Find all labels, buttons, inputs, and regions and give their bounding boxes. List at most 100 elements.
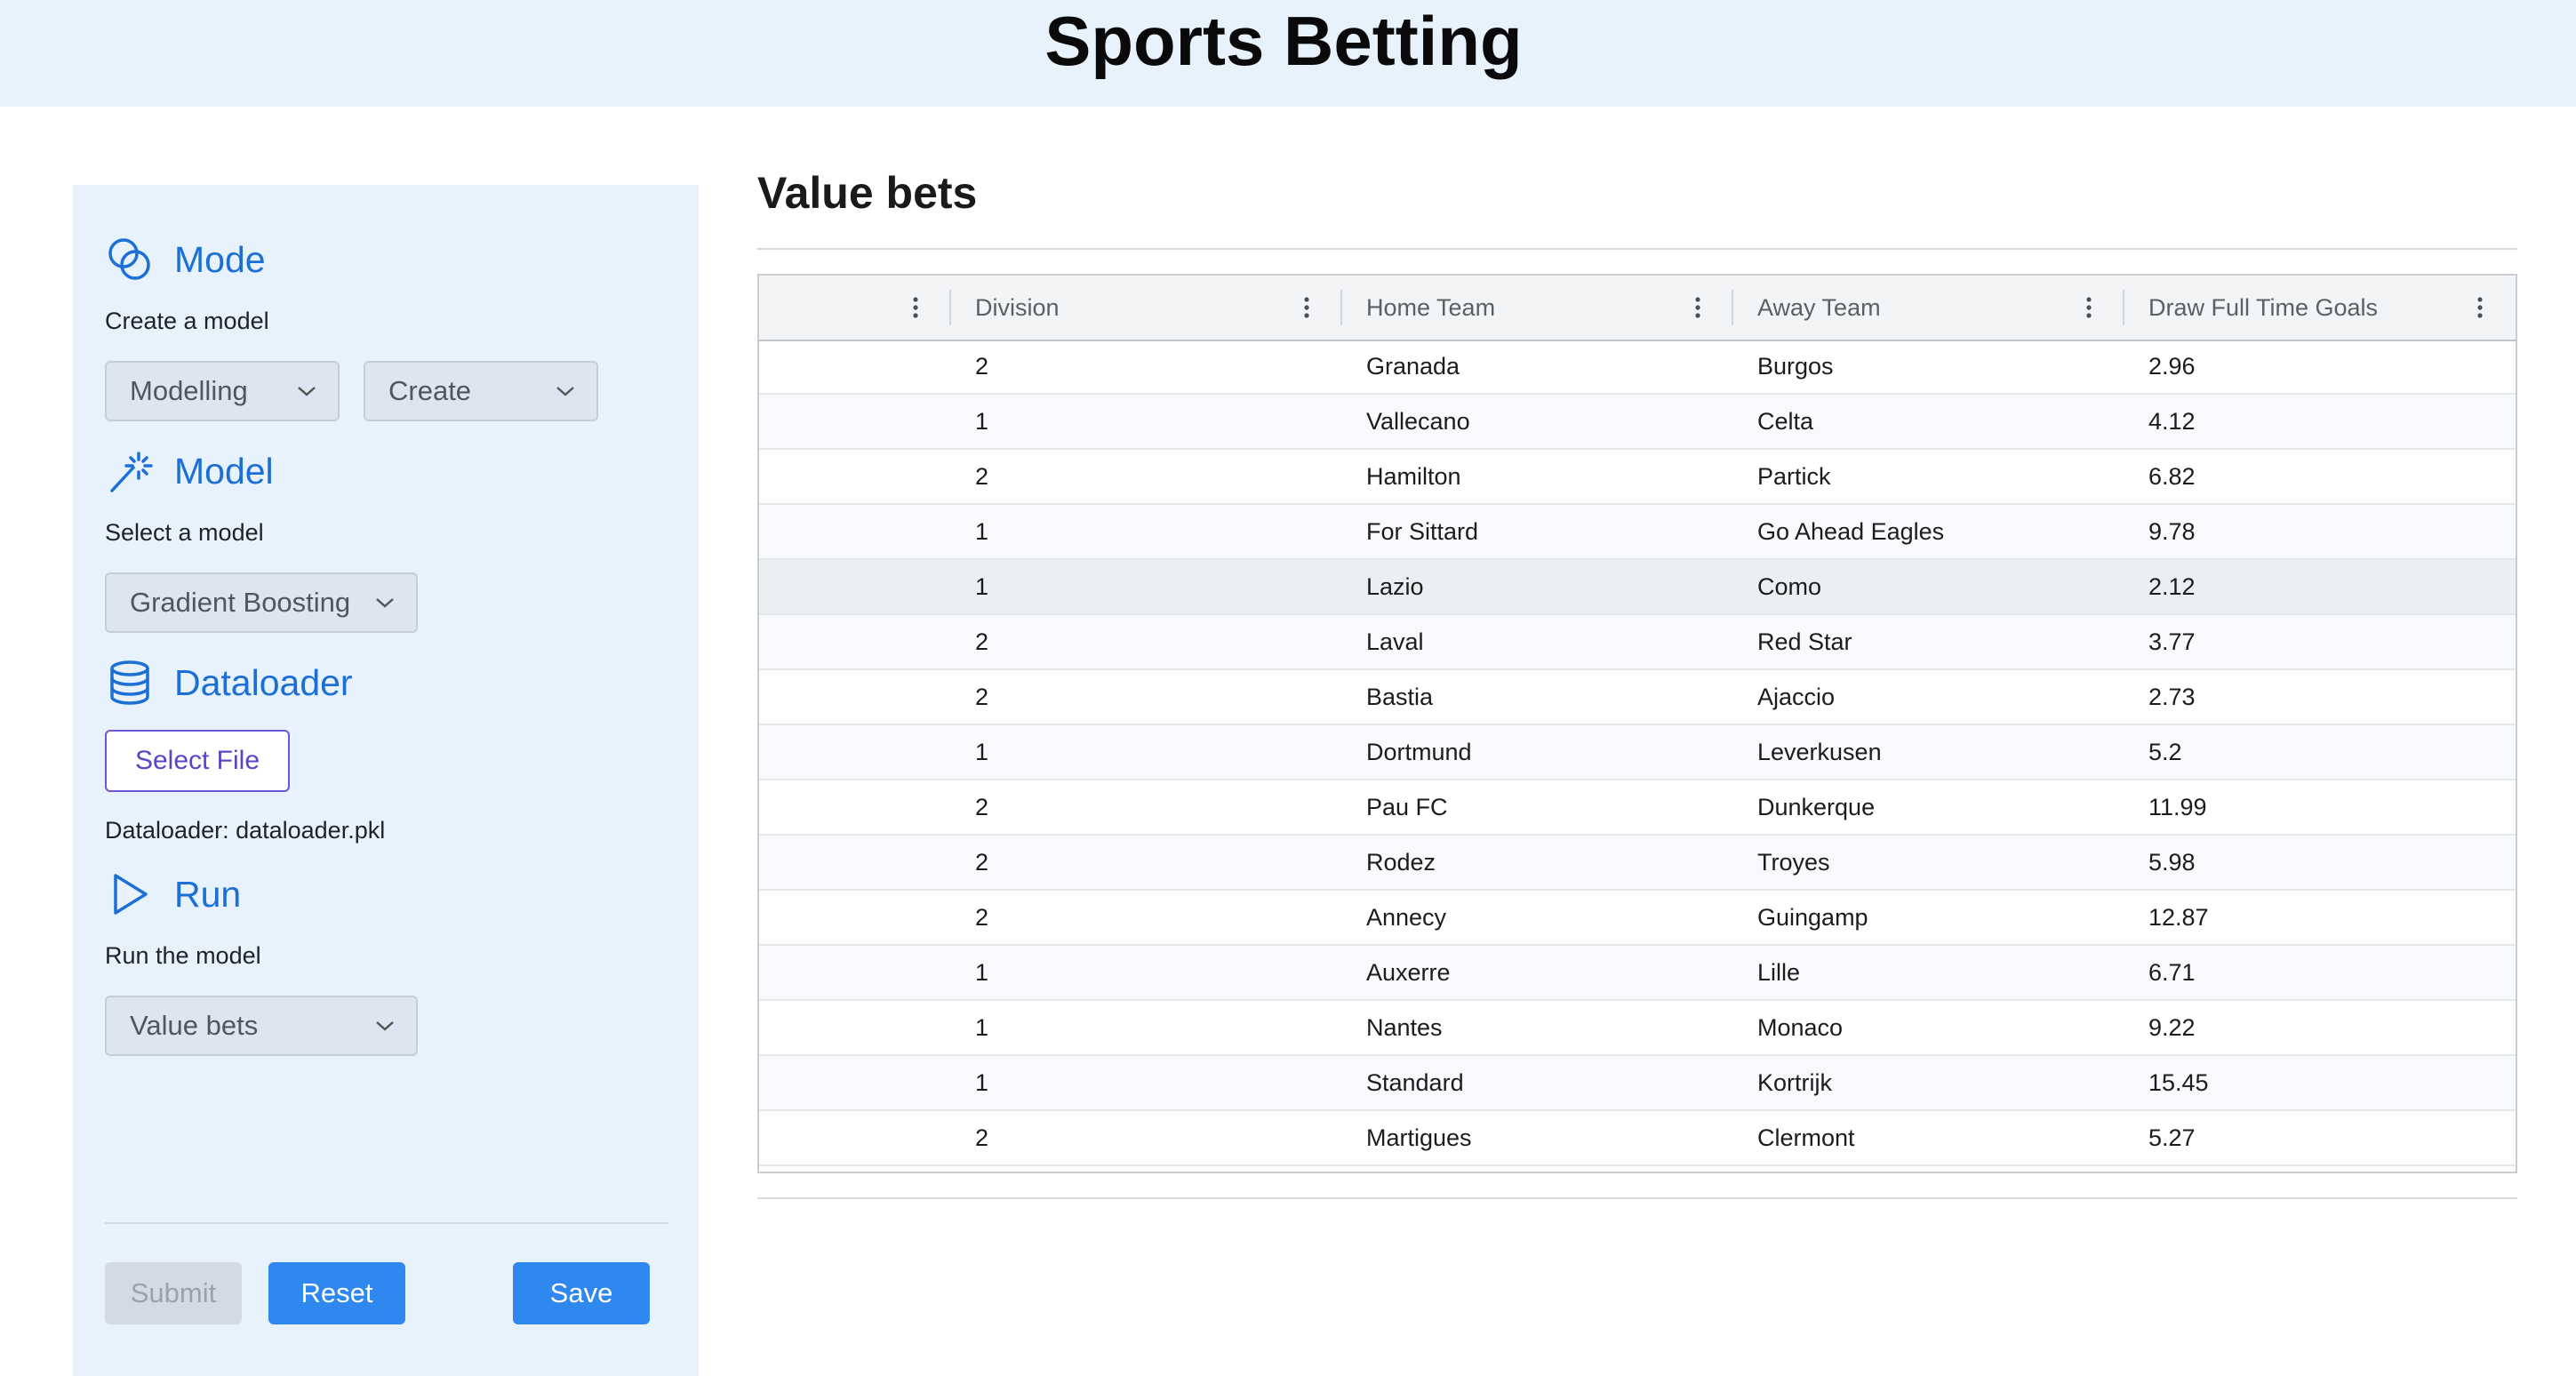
cell-home-team: Lazio [1366, 573, 1424, 600]
table-row[interactable]: 2 Martigues Clermont 5.27 [759, 1111, 2516, 1166]
select-file-button[interactable]: Select File [105, 730, 290, 792]
mode-section-header: Mode [105, 233, 266, 286]
cell-draw-full-time-goals: 2.12 [2148, 573, 2196, 600]
cell-away-team: Kortrijk [1757, 1069, 1833, 1096]
table-row[interactable]: 2 Pau FC Dunkerque 11.99 [759, 780, 2516, 836]
app-header: Sports Betting [0, 0, 2576, 107]
cell-away-team: Go Ahead Eagles [1757, 518, 1945, 545]
kebab-menu-icon[interactable] [2084, 296, 2093, 319]
dataloader-title: Dataloader [174, 661, 353, 703]
cell-division: 1 [975, 1014, 989, 1041]
cell-away-team: Como [1757, 573, 1822, 600]
column-separator[interactable] [1340, 290, 1342, 325]
run-section-header: Run [105, 868, 241, 921]
cell-away-team: Ajaccio [1757, 684, 1836, 710]
cell-draw-full-time-goals: 2.73 [2148, 684, 2196, 710]
run-value: Value bets [130, 1010, 259, 1041]
mode-action-dropdown[interactable]: Create [364, 361, 598, 421]
reset-button[interactable]: Reset [268, 1262, 405, 1324]
cell-home-team: Laval [1366, 628, 1424, 655]
play-icon [105, 869, 155, 919]
cell-draw-full-time-goals: 5.27 [2148, 1124, 2196, 1151]
value-bets-table: Division Home Team Away Team Draw Full Time… [757, 274, 2517, 1173]
table-row[interactable]: 1 Standard Kortrijk 15.45 [759, 1056, 2516, 1111]
cell-home-team: Auxerre [1366, 959, 1451, 986]
table-row[interactable]: 2 Rodez Troyes 5.98 [759, 836, 2516, 891]
save-button[interactable]: Save [513, 1262, 650, 1324]
cell-home-team: Nantes [1366, 1014, 1443, 1041]
cell-division: 2 [975, 353, 989, 380]
column-header-home-team[interactable]: Home Team [1342, 276, 1733, 340]
cell-away-team: Guingamp [1757, 904, 1868, 931]
table-row[interactable]: 1 Nantes Monaco 9.22 [759, 1001, 2516, 1056]
cell-home-team: Dortmund [1366, 739, 1472, 765]
column-separator[interactable] [1732, 290, 1733, 325]
cell-division: 1 [975, 573, 989, 600]
table-row[interactable]: 1 Lazio Como 2.12 [759, 560, 2516, 615]
app-title: Sports Betting [1044, 2, 1523, 80]
table-row[interactable]: 1 For Sittard Go Ahead Eagles 9.78 [759, 505, 2516, 560]
cell-away-team: Troyes [1757, 849, 1830, 876]
cell-division: 2 [975, 1124, 989, 1151]
mode-type-dropdown[interactable]: Modelling [105, 361, 340, 421]
kebab-menu-icon[interactable] [1693, 296, 1702, 319]
column-header-away-team[interactable]: Away Team [1733, 276, 2124, 340]
cell-away-team: Burgos [1757, 353, 1834, 380]
cell-draw-full-time-goals: 9.78 [2148, 518, 2196, 545]
table-row[interactable]: 1 Vallecano Celta 4.12 [759, 395, 2516, 450]
dataloader-file-label: Dataloader: dataloader.pkl [105, 817, 386, 844]
run-title: Run [174, 873, 242, 915]
cell-draw-full-time-goals: 6.82 [2148, 463, 2196, 490]
run-dropdown[interactable]: Value bets [105, 996, 418, 1056]
table-row[interactable]: 2 Laval Red Star 3.77 [759, 615, 2516, 670]
chevron-down-icon [376, 598, 394, 608]
model-dropdown[interactable]: Gradient Boosting [105, 572, 418, 633]
cell-home-team: Standard [1366, 1069, 1464, 1096]
kebab-menu-icon[interactable] [2476, 296, 2484, 319]
model-description: Select a model [105, 519, 264, 546]
cell-draw-full-time-goals: 9.22 [2148, 1014, 2196, 1041]
cell-away-team: Clermont [1757, 1124, 1855, 1151]
cell-home-team: For Sittard [1366, 518, 1479, 545]
dataloader-section-header: Dataloader [105, 656, 353, 709]
table-row[interactable]: 2 Bastia Ajaccio 2.73 [759, 670, 2516, 725]
cell-draw-full-time-goals: 6.71 [2148, 959, 2196, 986]
column-separator[interactable] [949, 290, 951, 325]
kebab-menu-icon[interactable] [1302, 296, 1311, 319]
mode-description: Create a model [105, 308, 269, 334]
cell-draw-full-time-goals: 2.96 [2148, 353, 2196, 380]
cell-division: 1 [975, 959, 989, 986]
cell-home-team: Bastia [1366, 684, 1434, 710]
cell-division: 2 [975, 463, 989, 490]
column-header-index[interactable] [759, 276, 951, 340]
table-row[interactable]: 2 Granada Burgos 2.96 [759, 340, 2516, 395]
column-separator[interactable] [2123, 290, 2124, 325]
table-row[interactable]: 1 Dortmund Leverkusen 5.2 [759, 725, 2516, 780]
cell-home-team: Vallecano [1366, 408, 1470, 435]
chevron-down-icon [298, 387, 316, 396]
table-row[interactable]: 2 Hamilton Partick 6.82 [759, 450, 2516, 505]
title-divider [757, 248, 2517, 250]
magic-wand-icon [105, 446, 155, 496]
submit-button[interactable]: Submit [105, 1262, 242, 1324]
cell-home-team: Annecy [1366, 904, 1447, 931]
database-icon [105, 658, 155, 708]
run-description: Run the model [105, 942, 261, 969]
column-header-draw-full-time-goals[interactable]: Draw Full Time Goals [2124, 276, 2516, 340]
model-section-header: Model [105, 444, 274, 498]
cell-division: 2 [975, 794, 989, 820]
cell-division: 2 [975, 904, 989, 931]
cell-division: 1 [975, 408, 989, 435]
kebab-menu-icon[interactable] [911, 296, 920, 319]
cell-home-team: Martigues [1366, 1124, 1472, 1151]
cell-division: 2 [975, 628, 989, 655]
mode-title: Mode [174, 238, 266, 280]
cell-draw-full-time-goals: 4.12 [2148, 408, 2196, 435]
chevron-down-icon [376, 1021, 394, 1031]
table-header: Division Home Team Away Team Draw Full Time… [759, 276, 2516, 341]
table-row[interactable]: 1 Auxerre Lille 6.71 [759, 946, 2516, 1001]
column-header-division[interactable]: Division [951, 276, 1342, 340]
table-row[interactable]: 2 Annecy Guingamp 12.87 [759, 891, 2516, 946]
cell-division: 1 [975, 1069, 989, 1096]
cell-home-team: Hamilton [1366, 463, 1461, 490]
